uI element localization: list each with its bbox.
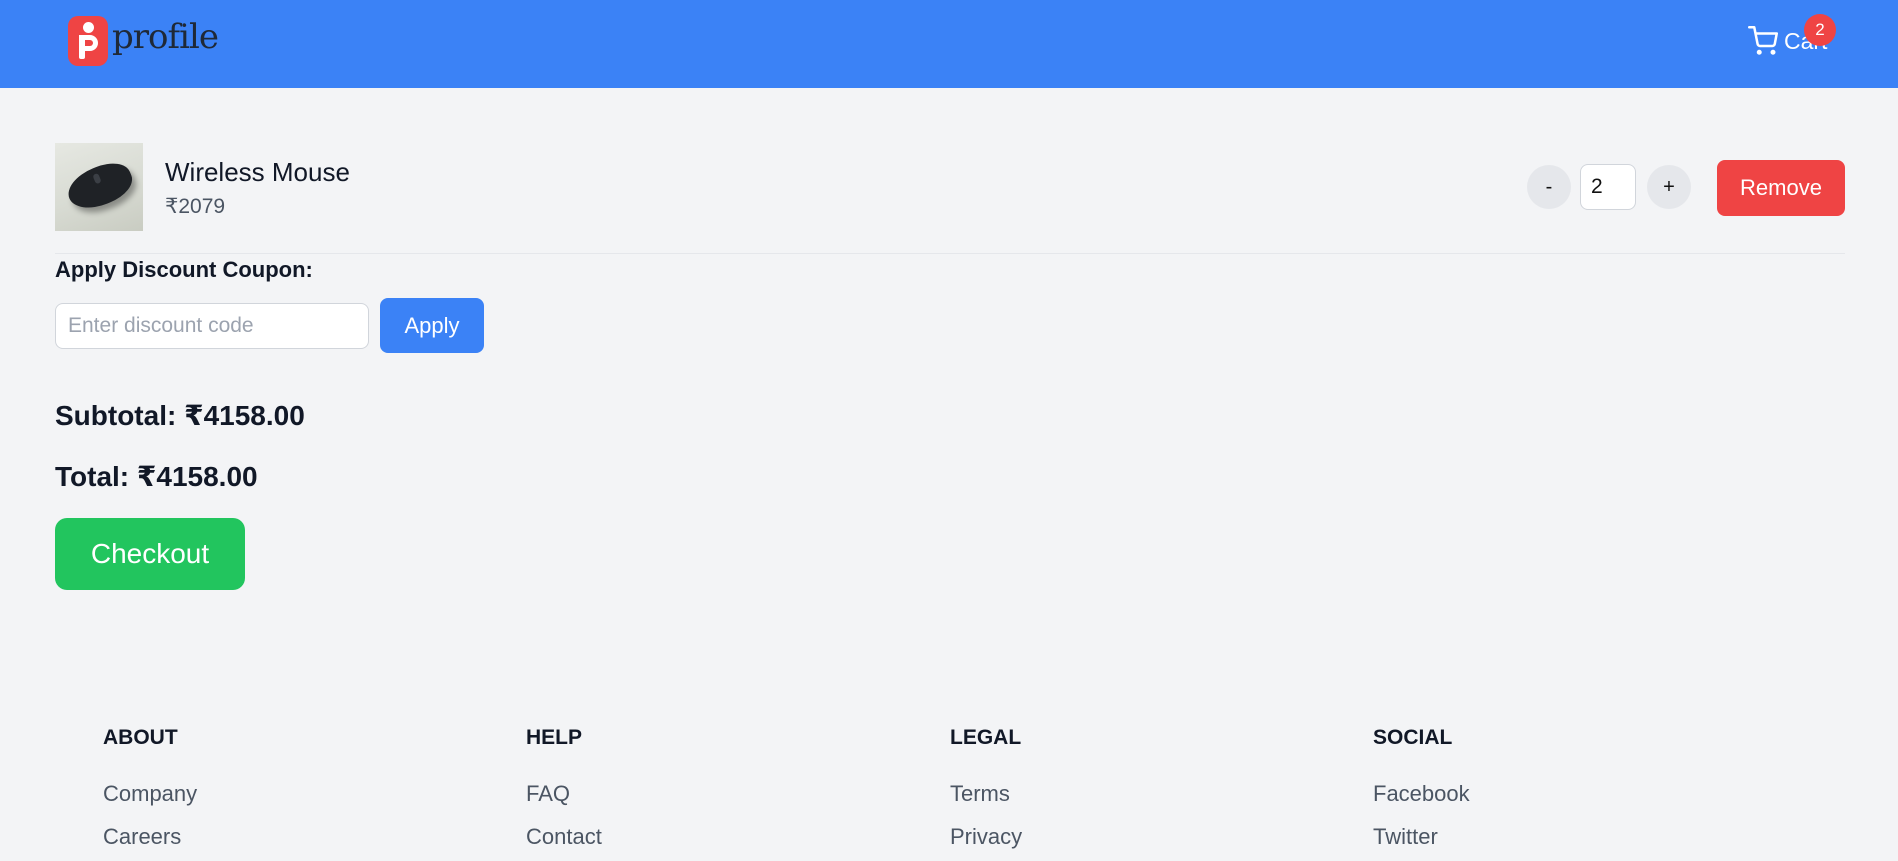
product-image bbox=[55, 143, 143, 231]
apply-coupon-button[interactable]: Apply bbox=[380, 298, 484, 353]
increase-quantity-button[interactable]: + bbox=[1647, 165, 1691, 209]
cart-item-row: Wireless Mouse ₹2079 - + Remove bbox=[55, 143, 1845, 254]
remove-item-button[interactable]: Remove bbox=[1717, 160, 1845, 216]
quantity-input[interactable] bbox=[1580, 164, 1636, 210]
footer-link-company[interactable]: Company bbox=[103, 781, 503, 806]
footer-heading: ABOUT bbox=[103, 726, 178, 749]
footer-heading: HELP bbox=[526, 726, 583, 749]
footer-column-help: HELP FAQ Contact bbox=[526, 726, 926, 849]
cart-button[interactable]: Cart 2 bbox=[1748, 14, 1836, 56]
top-navbar: profile Cart 2 bbox=[0, 0, 1898, 88]
decrease-quantity-button[interactable]: - bbox=[1527, 165, 1571, 209]
coupon-label: Apply Discount Coupon: bbox=[55, 257, 313, 282]
logo-icon bbox=[68, 16, 108, 66]
logo-text: profile bbox=[112, 17, 219, 57]
checkout-button[interactable]: Checkout bbox=[55, 518, 245, 590]
cart-count-badge: 2 bbox=[1804, 14, 1836, 46]
footer-link-privacy[interactable]: Privacy bbox=[950, 824, 1350, 849]
footer-link-contact[interactable]: Contact bbox=[526, 824, 926, 849]
footer-link-careers[interactable]: Careers bbox=[103, 824, 503, 849]
footer-link-faq[interactable]: FAQ bbox=[526, 781, 926, 806]
logo[interactable]: profile bbox=[68, 16, 219, 66]
footer-heading: SOCIAL bbox=[1373, 726, 1453, 749]
footer-heading: LEGAL bbox=[950, 726, 1022, 749]
footer-link-terms[interactable]: Terms bbox=[950, 781, 1350, 806]
footer-column-social: SOCIAL Facebook Twitter bbox=[1373, 726, 1773, 849]
footer-link-facebook[interactable]: Facebook bbox=[1373, 781, 1773, 806]
discount-code-input[interactable] bbox=[55, 303, 369, 349]
footer-link-twitter[interactable]: Twitter bbox=[1373, 824, 1773, 849]
footer-column-about: ABOUT Company Careers bbox=[103, 726, 503, 849]
product-price: ₹2079 bbox=[165, 195, 226, 218]
product-name: Wireless Mouse bbox=[165, 157, 350, 187]
total-text: Total: ₹4158.00 bbox=[55, 461, 258, 492]
shopping-cart-icon bbox=[1748, 26, 1778, 55]
footer-column-legal: LEGAL Terms Privacy bbox=[950, 726, 1350, 849]
subtotal-text: Subtotal: ₹4158.00 bbox=[55, 400, 305, 431]
